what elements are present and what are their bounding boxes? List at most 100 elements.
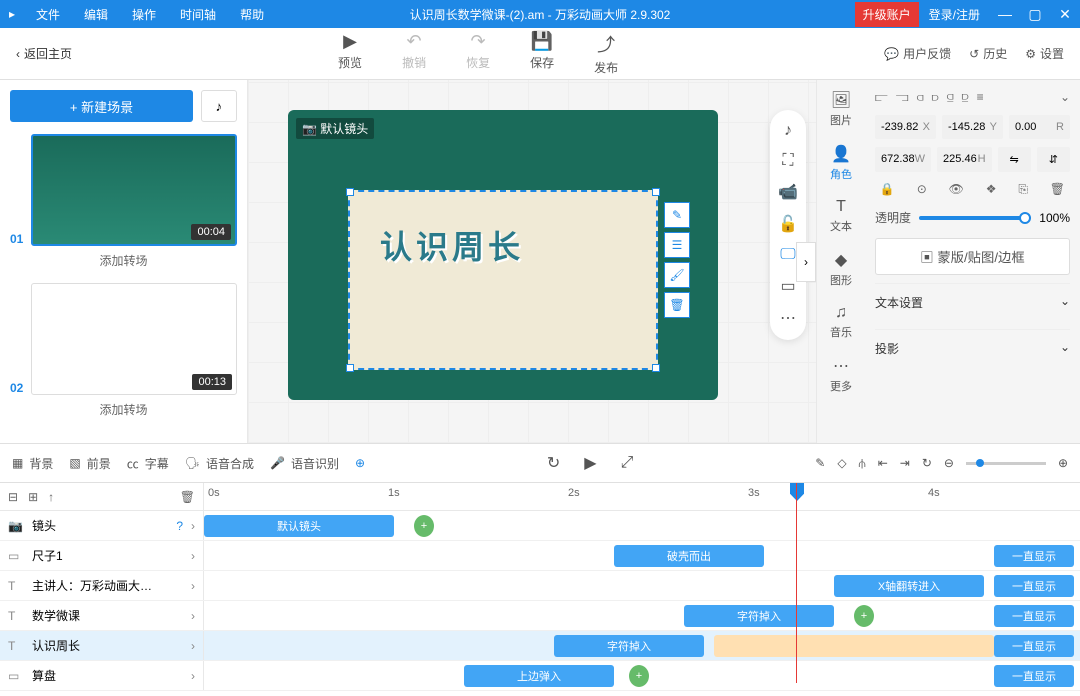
align-right-icon[interactable]: ⫏ (917, 90, 924, 105)
delete-icon[interactable]: 🗑 (1050, 182, 1065, 197)
tab-shape[interactable]: ◆图形 (830, 250, 852, 288)
asr-button[interactable]: 🎤语音识别 (270, 455, 339, 472)
align-center-icon[interactable]: ⫎ (896, 90, 909, 105)
clip[interactable] (714, 635, 994, 657)
clip[interactable]: 一直显示 (994, 635, 1074, 657)
settings-button[interactable]: ⚙设置 (1025, 45, 1064, 62)
chevron-right-icon[interactable]: › (191, 609, 195, 623)
maximize-icon[interactable]: ▢ (1020, 6, 1050, 23)
copy-icon[interactable]: ⎘ (1018, 182, 1028, 197)
timeline-ruler[interactable]: 0s 1s 2s 3s 4s (204, 483, 1080, 510)
replay-icon[interactable]: ↻ (547, 453, 560, 473)
new-scene-button[interactable]: + 新建场景 (10, 90, 193, 122)
menu-timeline[interactable]: 时间轴 (168, 6, 228, 23)
clip[interactable]: 一直显示 (994, 665, 1074, 687)
clip[interactable]: X轴翻转进入 (834, 575, 984, 597)
fg-button[interactable]: ▧前景 (69, 455, 110, 472)
add-transition-1[interactable]: 添加转场 (10, 246, 237, 275)
tab-role[interactable]: 👤角色 (830, 144, 852, 182)
tab-more[interactable]: ⋯更多 (830, 356, 852, 394)
camera-move-icon[interactable]: 📹 (778, 182, 798, 202)
save-button[interactable]: 💾保存 (530, 31, 554, 76)
chevron-right-icon[interactable]: › (191, 639, 195, 653)
minimize-icon[interactable]: — (990, 6, 1020, 22)
menu-help[interactable]: 帮助 (228, 6, 276, 23)
music-icon[interactable]: ♪ (784, 122, 792, 140)
clip[interactable]: 字符掉入 (554, 635, 704, 657)
clip[interactable]: + (854, 605, 874, 627)
align-top-icon[interactable]: ⫐ (932, 90, 939, 105)
trash-icon[interactable]: 🗑 (664, 292, 690, 318)
track-label[interactable]: ▭算盘› (0, 661, 204, 690)
clip[interactable]: 字符掉入 (684, 605, 834, 627)
clip[interactable]: 破壳而出 (614, 545, 764, 567)
r-input[interactable]: 0.00R (1009, 115, 1070, 139)
zoom-slider[interactable] (966, 462, 1046, 465)
help-icon[interactable]: ? (176, 519, 183, 533)
trash-icon[interactable]: 🗑 (180, 490, 195, 504)
back-button[interactable]: ‹ 返回主页 (16, 45, 72, 62)
publish-button[interactable]: ⤴发布 (594, 31, 618, 76)
layers-icon[interactable]: ❖ (986, 182, 997, 197)
filter-icon[interactable]: ⫛ (859, 456, 866, 471)
y-input[interactable]: -145.28Y (942, 115, 1003, 139)
brush-icon[interactable]: 🖌 (664, 262, 690, 288)
scene-thumb-2[interactable]: 00:13 (31, 283, 237, 395)
device-icon[interactable]: ▭ (780, 276, 795, 296)
track[interactable]: X轴翻转进入一直显示 (204, 571, 1080, 600)
chevron-down-icon[interactable]: ⌄ (1060, 90, 1070, 105)
chevron-right-icon[interactable]: › (191, 549, 195, 563)
track-label[interactable]: T数学微课› (0, 601, 204, 630)
track-label[interactable]: T主讲人：万彩动画大…› (0, 571, 204, 600)
lock-icon[interactable]: 🔒 (880, 182, 895, 197)
resize-handle[interactable] (346, 364, 354, 372)
selected-object[interactable]: 认识周长 ✎ ☰ 🖌 🗑 (348, 190, 658, 370)
redo-button[interactable]: ↷恢复 (466, 31, 490, 76)
add-transition-2[interactable]: 添加转场 (10, 395, 237, 424)
menu-edit[interactable]: 编辑 (72, 6, 120, 23)
more-button[interactable]: ⊕ (355, 456, 365, 470)
loop-icon[interactable]: ↻ (922, 456, 932, 470)
shadow-accordion[interactable]: 投影⌄ (875, 329, 1070, 367)
music-button[interactable]: ♪ (201, 90, 237, 122)
upload-icon[interactable]: ↑ (48, 490, 54, 504)
keyframe-icon[interactable]: ◇ (837, 456, 846, 470)
track[interactable]: 字符掉入 一直显示 (204, 631, 1080, 660)
clip[interactable]: + (629, 665, 649, 687)
scene-thumb-1[interactable]: 00:04 (31, 134, 237, 246)
jump-start-icon[interactable]: ⇤ (878, 456, 888, 470)
h-input[interactable]: 225.46H (937, 147, 991, 172)
login-button[interactable]: 登录/注册 (919, 2, 990, 27)
fullscreen-icon[interactable]: ⤢ (621, 454, 634, 472)
camera-track[interactable]: 默认镜头 + (204, 511, 1080, 540)
chevron-right-icon[interactable]: › (191, 579, 195, 593)
more-icon[interactable]: ⋯ (780, 308, 796, 328)
align-left-icon[interactable]: ⫍ (875, 90, 888, 105)
x-input[interactable]: -239.82X (875, 115, 936, 139)
resize-handle[interactable] (652, 364, 660, 372)
resize-handle[interactable] (652, 188, 660, 196)
chevron-right-icon[interactable]: › (191, 669, 195, 683)
add-keyframe[interactable]: + (414, 515, 434, 537)
play-icon[interactable]: ▶ (584, 453, 596, 473)
distribute-icon[interactable]: ≡ (977, 90, 984, 105)
chevron-right-icon[interactable]: › (191, 519, 195, 533)
clip[interactable]: 一直显示 (994, 545, 1074, 567)
zoom-in-icon[interactable]: ⊕ (1058, 456, 1068, 470)
menu-action[interactable]: 操作 (120, 6, 168, 23)
tab-text[interactable]: T文本 (830, 198, 852, 234)
screen-icon[interactable]: 🖵 (780, 246, 795, 264)
track[interactable]: 字符掉入+一直显示 (204, 601, 1080, 630)
clip[interactable]: 一直显示 (994, 575, 1074, 597)
subtitle-button[interactable]: ㏄字幕 (127, 455, 169, 472)
preview-button[interactable]: ▶预览 (338, 31, 362, 76)
undo-button[interactable]: ↶撤销 (402, 31, 426, 76)
camera-clip[interactable]: 默认镜头 (204, 515, 394, 537)
unlock-icon[interactable]: 🔓 (778, 214, 798, 234)
eye-icon[interactable]: 👁 (949, 182, 964, 197)
collapse-icon[interactable]: ⊟ (8, 490, 18, 504)
close-icon[interactable]: ✕ (1050, 6, 1080, 23)
opacity-slider[interactable] (919, 216, 1031, 220)
clip[interactable]: 上边弹入 (464, 665, 614, 687)
edit-icon[interactable]: ✎ (664, 202, 690, 228)
